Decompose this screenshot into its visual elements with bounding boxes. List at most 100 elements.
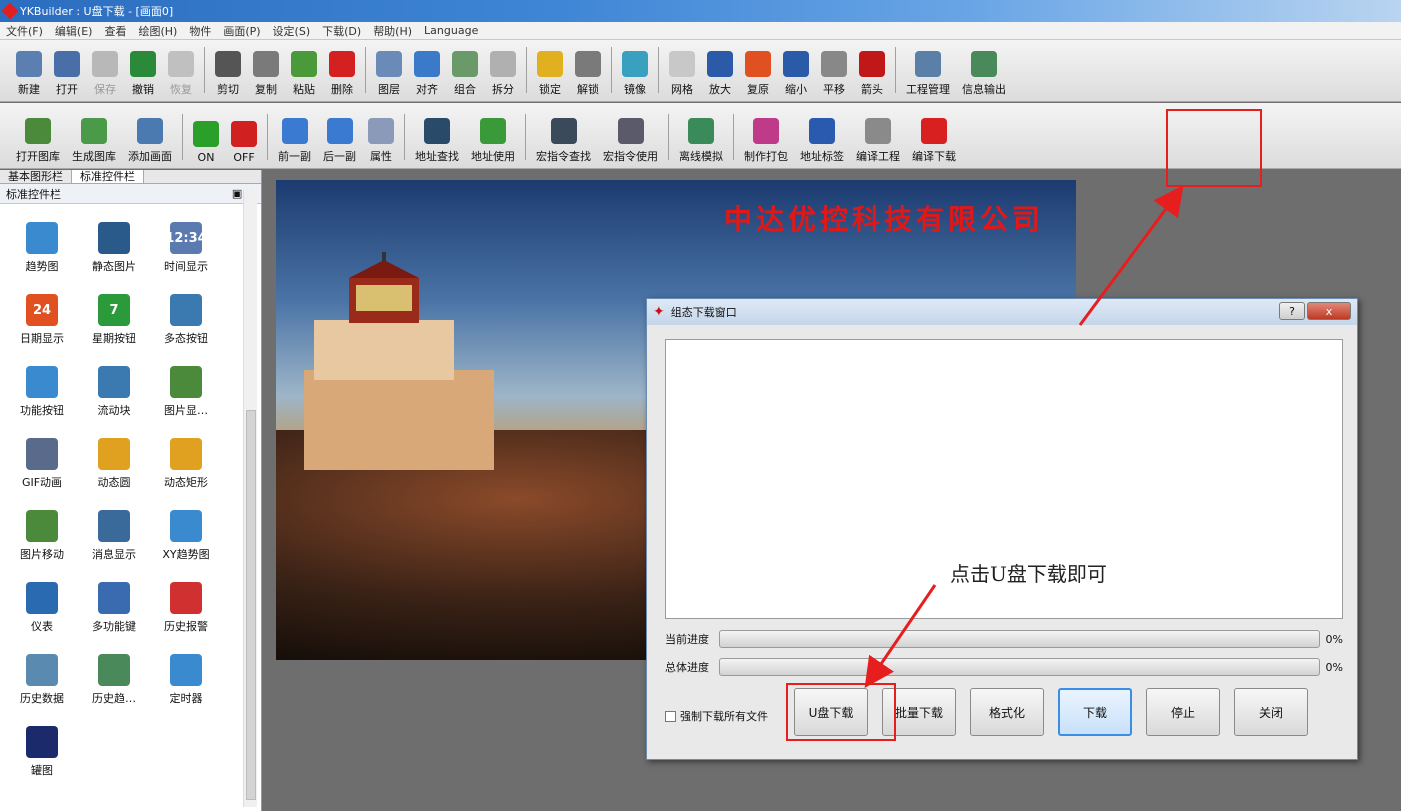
control-item[interactable]: XY趋势图 [150,510,222,562]
menu-draw[interactable]: 绘图(H) [138,23,177,39]
control-item[interactable]: 历史趋… [78,654,150,706]
toolbar-button-8[interactable]: 删除 [323,40,361,101]
toolbar-button-10[interactable]: 宏指令查找 [530,103,597,168]
toolbar-button-12[interactable]: 离线模拟 [673,103,729,168]
pin-icon[interactable]: ▣ [232,187,242,200]
control-item[interactable]: 12:34 时间显示 [150,222,222,274]
toolbar-button-6[interactable]: 后一副 [317,103,362,168]
control-item[interactable]: 静态图片 [78,222,150,274]
toolbar-label: 删除 [331,83,353,96]
toolbar-button-14[interactable]: 地址标签 [794,103,850,168]
toolbar-button-5[interactable]: 前一副 [272,103,317,168]
toolbar-button-3[interactable]: ON [187,103,225,168]
toolbar-button-0[interactable]: 新建 [10,40,48,101]
toolbar-button-13[interactable]: 制作打包 [738,103,794,168]
toolbar-button-19[interactable]: 缩小 [777,40,815,101]
control-item[interactable]: 流动块 [78,366,150,418]
control-item[interactable]: 仪表 [6,582,78,634]
scroll-thumb[interactable] [246,410,256,800]
control-item[interactable]: 动态矩形 [150,438,222,490]
toolbar-button-9[interactable]: 图层 [370,40,408,101]
toolbar-label: 编译下载 [912,150,956,163]
toolbar-button-17[interactable]: 放大 [701,40,739,101]
control-item[interactable]: GIF动画 [6,438,78,490]
toolbar-button-4[interactable]: OFF [225,103,263,168]
control-item[interactable]: 趋势图 [6,222,78,274]
open-icon [54,51,80,77]
control-item[interactable]: 动态圆 [78,438,150,490]
control-item[interactable]: 图片显… [150,366,222,418]
control-item[interactable]: 消息显示 [78,510,150,562]
toolbar-button-10[interactable]: 对齐 [408,40,446,101]
address-search-icon [424,118,450,144]
toolbar-button-18[interactable]: 复原 [739,40,777,101]
format-button[interactable]: 格式化 [970,688,1044,736]
help-button[interactable]: ? [1279,302,1305,320]
force-download-checkbox[interactable]: 强制下载所有文件 [665,708,768,724]
control-item[interactable]: 历史报警 [150,582,222,634]
control-item[interactable]: 历史数据 [6,654,78,706]
toolbar-button-21[interactable]: 箭头 [853,40,891,101]
toolbar-button-8[interactable]: 地址查找 [409,103,465,168]
checkbox-box[interactable] [665,710,676,722]
toolbar-button-2[interactable]: 添加画面 [122,103,178,168]
toolbar-button-2[interactable]: 保存 [86,40,124,101]
company-name[interactable]: 中达优控科技有限公司 [724,198,1044,238]
toolbar-button-3[interactable]: 撤销 [124,40,162,101]
toolbar-button-1[interactable]: 打开 [48,40,86,101]
control-item[interactable]: 多功能键 [78,582,150,634]
control-item[interactable]: 定时器 [150,654,222,706]
download-button[interactable]: 下载 [1058,688,1132,736]
toolbar-button-12[interactable]: 拆分 [484,40,522,101]
toolbar-button-9[interactable]: 地址使用 [465,103,521,168]
tab-standard-controls[interactable]: 标准控件栏 [72,170,144,183]
menu-help[interactable]: 帮助(H) [373,23,412,39]
history-alarm-icon [170,582,202,614]
toolbar-label: 对齐 [416,83,438,96]
menu-object[interactable]: 物件 [189,23,211,39]
toolbar-label: 地址标签 [800,150,844,163]
toolbar-button-5[interactable]: 剪切 [209,40,247,101]
zoom-out-icon [783,51,809,77]
stop-button[interactable]: 停止 [1146,688,1220,736]
toolbar-button-7[interactable]: 属性 [362,103,400,168]
menu-screen[interactable]: 画面(P) [223,23,260,39]
menu-edit[interactable]: 编辑(E) [55,23,93,39]
menu-settings[interactable]: 设定(S) [273,23,311,39]
toolbar-button-11[interactable]: 宏指令使用 [597,103,664,168]
toolbar-button-13[interactable]: 锁定 [531,40,569,101]
toolbar-button-15[interactable]: 编译工程 [850,103,906,168]
toolbar-label: 图层 [378,83,400,96]
toolbar-button-6[interactable]: 复制 [247,40,285,101]
control-item[interactable]: 24 日期显示 [6,294,78,346]
close-button[interactable]: 关闭 [1234,688,1308,736]
control-item[interactable]: 7 星期按钮 [78,294,150,346]
toolbar-button-4[interactable]: 恢复 [162,40,200,101]
toolbar-button-23[interactable]: 信息输出 [956,40,1012,101]
control-item[interactable]: 图片移动 [6,510,78,562]
panel-scrollbar[interactable] [243,190,257,807]
toolbar-button-16[interactable]: 编译下载 [906,103,962,168]
menu-file[interactable]: 文件(F) [6,23,43,39]
toolbar-button-15[interactable]: 镜像 [616,40,654,101]
control-item-label: 流动块 [97,404,131,417]
toolbar-button-0[interactable]: 打开图库 [10,103,66,168]
dialog-close-button[interactable]: x [1307,302,1351,320]
toolbar-button-7[interactable]: 粘贴 [285,40,323,101]
toolbar-button-22[interactable]: 工程管理 [900,40,956,101]
menu-download[interactable]: 下载(D) [322,23,361,39]
menu-view[interactable]: 查看 [104,23,126,39]
control-item[interactable]: 功能按钮 [6,366,78,418]
menu-language[interactable]: Language [424,24,478,37]
tank-icon [26,726,58,758]
tab-basic-shapes[interactable]: 基本图形栏 [0,170,72,183]
control-item[interactable]: 罐图 [6,726,78,778]
toolbar-button-11[interactable]: 组合 [446,40,484,101]
restore-icon [745,51,771,77]
toolbar-button-20[interactable]: 平移 [815,40,853,101]
app-logo-icon [1,2,19,20]
control-item[interactable]: 多态按钮 [150,294,222,346]
toolbar-button-14[interactable]: 解锁 [569,40,607,101]
toolbar-button-16[interactable]: 网格 [663,40,701,101]
toolbar-button-1[interactable]: 生成图库 [66,103,122,168]
